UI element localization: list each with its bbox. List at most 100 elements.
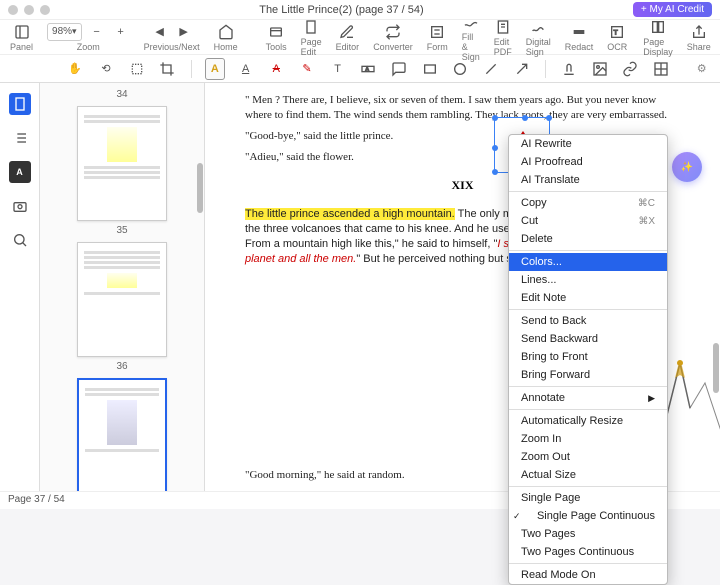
check-icon: ✓ xyxy=(513,511,521,522)
ctx-send-back[interactable]: Send to Back xyxy=(509,312,667,330)
ctx-single-continuous[interactable]: ✓Single Page Continuous xyxy=(509,507,667,525)
thumb-number: 35 xyxy=(40,225,204,236)
ctx-ai-rewrite[interactable]: AI Rewrite xyxy=(509,135,667,153)
strikethrough-tool-icon[interactable]: A xyxy=(266,58,287,80)
ctx-bring-forward[interactable]: Bring Forward xyxy=(509,366,667,384)
thumbs-scrollbar[interactable] xyxy=(197,163,203,213)
search-tab-icon[interactable] xyxy=(9,229,31,251)
thumb-number: 36 xyxy=(40,361,204,372)
digitalsign-icon[interactable] xyxy=(529,18,547,36)
editor-label: Editor xyxy=(336,42,360,52)
svg-text:A: A xyxy=(366,67,370,73)
snapshot-tab-icon[interactable] xyxy=(9,195,31,217)
ai-credit-button[interactable]: + My AI Credit xyxy=(633,2,712,17)
ctx-zoom-in[interactable]: Zoom In xyxy=(509,430,667,448)
editpdf-icon[interactable] xyxy=(494,18,512,36)
ctx-auto-resize[interactable]: Automatically Resize xyxy=(509,412,667,430)
panel-icon[interactable] xyxy=(13,23,31,41)
prev-icon[interactable]: ◀ xyxy=(151,23,169,41)
settings-icon[interactable]: ⚙ xyxy=(691,58,712,80)
ctx-ai-proofread[interactable]: AI Proofread xyxy=(509,153,667,171)
tools-icon[interactable] xyxy=(267,23,285,41)
zoom-label: Zoom xyxy=(77,42,100,52)
ctx-send-backward[interactable]: Send Backward xyxy=(509,330,667,348)
ctx-two-pages[interactable]: Two Pages xyxy=(509,525,667,543)
tools-label: Tools xyxy=(266,42,287,52)
thumbnails-tab-icon[interactable] xyxy=(9,93,31,115)
ctx-actual-size[interactable]: Actual Size xyxy=(509,466,667,484)
pagedisplay-icon[interactable] xyxy=(649,18,667,36)
editor-icon[interactable] xyxy=(338,23,356,41)
textbox-tool-icon[interactable]: A xyxy=(358,58,379,80)
pen-tool-icon[interactable]: ✎ xyxy=(297,58,318,80)
thumbnail-36[interactable] xyxy=(77,378,167,493)
form-icon[interactable] xyxy=(428,23,446,41)
text: " But he perceived nothing but shar xyxy=(356,253,527,265)
circle-tool-icon[interactable] xyxy=(450,58,471,80)
thumbnail-34[interactable] xyxy=(77,106,167,221)
paragraph: "Good morning," he said at random. xyxy=(245,468,405,483)
close-dot[interactable] xyxy=(8,5,18,15)
ctx-annotate[interactable]: Annotate▶ xyxy=(509,389,667,407)
rect-tool-icon[interactable] xyxy=(419,58,440,80)
ocr-icon[interactable]: T xyxy=(608,23,626,41)
text: the three volcanoes that came to his kne… xyxy=(245,223,534,235)
ctx-lines[interactable]: Lines... xyxy=(509,271,667,289)
hand-tool-icon[interactable]: ✋ xyxy=(65,58,86,80)
image-tool-icon[interactable] xyxy=(589,58,610,80)
ctx-delete[interactable]: Delete xyxy=(509,230,667,248)
ctx-single-page[interactable]: Single Page xyxy=(509,489,667,507)
ctx-two-continuous[interactable]: Two Pages Continuous xyxy=(509,543,667,561)
form-label: Form xyxy=(427,42,448,52)
next-icon[interactable]: ▶ xyxy=(175,23,193,41)
outline-tab-icon[interactable] xyxy=(9,127,31,149)
window-controls[interactable] xyxy=(8,5,50,15)
select-icon[interactable] xyxy=(126,58,147,80)
zoom-text: 98% xyxy=(52,26,72,37)
zoom-out-icon[interactable]: − xyxy=(88,23,106,41)
annotations-tab-icon[interactable]: A xyxy=(9,161,31,183)
ctx-ai-translate[interactable]: AI Translate xyxy=(509,171,667,189)
underline-tool-icon[interactable]: A xyxy=(235,58,256,80)
crop-icon[interactable] xyxy=(157,58,178,80)
arrow-tool-icon[interactable] xyxy=(511,58,532,80)
ctx-edit-note[interactable]: Edit Note xyxy=(509,289,667,307)
pageedit-icon[interactable] xyxy=(302,18,320,36)
share-label: Share xyxy=(687,42,711,52)
zoom-value[interactable]: 98% ▾ xyxy=(47,23,82,41)
home-icon[interactable] xyxy=(217,23,235,41)
text: planet and all the men. xyxy=(245,253,356,265)
redact-icon[interactable] xyxy=(570,23,588,41)
highlight-tool-icon[interactable]: A xyxy=(205,58,226,80)
note-tool-icon[interactable] xyxy=(389,58,410,80)
ai-float-button[interactable]: ✨ xyxy=(672,152,702,182)
thumbnail-35[interactable] xyxy=(77,242,167,357)
converter-icon[interactable] xyxy=(384,23,402,41)
text-tool-icon[interactable]: T xyxy=(327,58,348,80)
window-title: The Little Prince(2) (page 37 / 54) xyxy=(50,4,633,16)
stamp-tool-icon[interactable] xyxy=(559,58,580,80)
text: From a mountain high like this," he said… xyxy=(245,238,497,250)
grid-tool-icon[interactable] xyxy=(651,58,672,80)
link-tool-icon[interactable] xyxy=(620,58,641,80)
content-scrollbar[interactable] xyxy=(713,343,719,393)
pagedisplay-label: Page Display xyxy=(643,37,673,57)
converter-label: Converter xyxy=(373,42,413,52)
fillsign-icon[interactable] xyxy=(462,13,480,31)
min-dot[interactable] xyxy=(24,5,34,15)
share-icon[interactable] xyxy=(690,23,708,41)
chevron-down-icon: ▾ xyxy=(72,26,77,37)
ctx-read-mode[interactable]: Read Mode On xyxy=(509,566,667,584)
zoom-in-icon[interactable]: + xyxy=(112,23,130,41)
ctx-cut[interactable]: Cut⌘X xyxy=(509,212,667,230)
rotate-icon[interactable]: ⟲ xyxy=(96,58,117,80)
redact-label: Redact xyxy=(565,42,594,52)
ctx-bring-front[interactable]: Bring to Front xyxy=(509,348,667,366)
max-dot[interactable] xyxy=(40,5,50,15)
ctx-colors[interactable]: Colors... xyxy=(509,253,667,271)
panel-label: Panel xyxy=(10,42,33,52)
ctx-zoom-out[interactable]: Zoom Out xyxy=(509,448,667,466)
thumb-number: 34 xyxy=(40,89,204,100)
line-tool-icon[interactable] xyxy=(481,58,502,80)
ctx-copy[interactable]: Copy⌘C xyxy=(509,194,667,212)
